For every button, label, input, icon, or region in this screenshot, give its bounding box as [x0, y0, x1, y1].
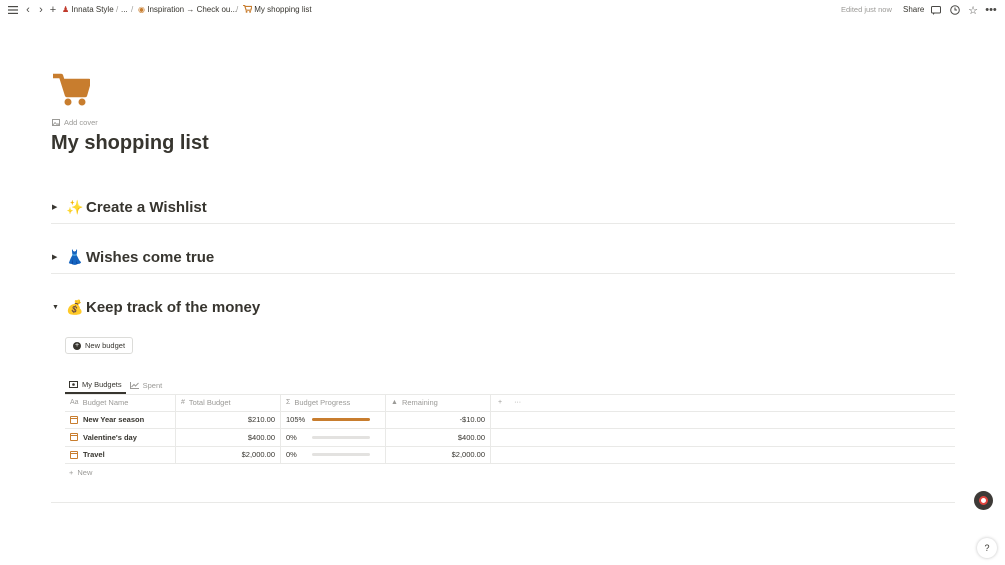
progress-percent: 0% [286, 450, 297, 460]
formula-property-icon: Σ [286, 398, 291, 406]
divider [51, 223, 955, 224]
number-property-icon: # [181, 398, 185, 406]
column-header-total-budget[interactable]: # Total Budget [176, 394, 281, 411]
toggle-keep-track[interactable]: ▼ 💰 Keep track of the money [52, 296, 260, 318]
share-button[interactable]: Share [903, 5, 924, 14]
menu-icon[interactable] [6, 3, 20, 17]
table-row[interactable]: New Year season $210.00 105% -$10.00 [65, 411, 955, 429]
toggle-expanded-icon[interactable]: ▼ [52, 304, 62, 311]
top-bar: ‹ › + ♟ Innata Style / ... / ◉ Inspirati… [0, 0, 1005, 20]
page-title[interactable]: My shopping list [51, 132, 209, 155]
back-icon[interactable]: ‹ [21, 3, 35, 17]
add-page-icon[interactable]: + [46, 3, 60, 17]
breadcrumb-workspace[interactable]: ♟ Innata Style [62, 5, 114, 14]
tab-spent[interactable]: Spent [126, 376, 167, 394]
toggle-heading: Wishes come true [86, 248, 215, 266]
toggle-collapsed-icon[interactable]: ▶ [52, 203, 62, 211]
chart-icon [129, 381, 139, 389]
progress-percent: 105% [286, 415, 306, 425]
column-header-remaining[interactable]: ▲ Remaining [386, 394, 491, 411]
progress-bar [312, 453, 370, 457]
dress-icon: 👗 [66, 248, 84, 265]
new-row-button[interactable]: + New [65, 464, 955, 481]
sparkles-icon: ✨ [66, 198, 84, 215]
progress-bar [312, 418, 370, 422]
total-budget-cell[interactable]: $210.00 [176, 411, 281, 428]
text-property-icon: Aa [70, 398, 79, 406]
breadcrumb-current-page[interactable]: My shopping list [243, 4, 312, 14]
breadcrumb-ellipsis[interactable]: ... [121, 5, 128, 14]
history-icon[interactable] [948, 3, 962, 17]
view-tabs: My Budgets Spent [65, 376, 166, 394]
budget-progress-cell[interactable]: 0% [281, 446, 386, 463]
breadcrumb-inspiration[interactable]: ◉ Inspiration → Check ou... [138, 5, 237, 14]
chat-icon [979, 496, 988, 505]
remaining-cell[interactable]: $400.00 [386, 429, 491, 446]
budget-table: Aa Budget Name # Total Budget Σ Budget P… [65, 394, 955, 481]
table-row[interactable]: Valentine's day $400.00 0% $400.00 [65, 429, 955, 447]
star-icon[interactable]: ☆ [966, 3, 980, 17]
edited-status: Edited just now [841, 5, 892, 14]
table-row[interactable]: Travel $2,000.00 0% $2,000.00 [65, 446, 955, 464]
total-budget-cell[interactable]: $2,000.00 [176, 446, 281, 463]
add-cover-button[interactable]: Add cover [52, 118, 98, 127]
column-header-budget-progress[interactable]: Σ Budget Progress [281, 394, 386, 411]
chat-widget-button[interactable] [974, 491, 993, 510]
budget-progress-cell[interactable]: 105% [281, 411, 386, 428]
progress-bar [312, 435, 370, 439]
column-header-actions: + ··· [491, 394, 955, 411]
page-icon [70, 433, 78, 442]
budget-name-cell[interactable]: Valentine's day [65, 429, 176, 446]
more-icon[interactable]: ··· [514, 399, 521, 406]
plus-circle-icon: + [73, 341, 81, 350]
column-header-budget-name[interactable]: Aa Budget Name [65, 394, 176, 411]
cart-icon [243, 4, 253, 13]
toggle-heading: Keep track of the money [86, 298, 261, 316]
total-budget-cell[interactable]: $400.00 [176, 429, 281, 446]
person-icon: ♟ [62, 5, 70, 14]
image-icon [52, 119, 60, 126]
formula-property-icon: ▲ [391, 398, 398, 406]
page-icon [70, 450, 78, 459]
remaining-cell[interactable]: -$10.00 [386, 411, 491, 428]
add-property-icon[interactable]: + [498, 399, 502, 406]
toggle-heading: Create a Wishlist [86, 198, 207, 216]
table-icon [69, 380, 78, 388]
help-button[interactable]: ? [977, 538, 997, 558]
new-budget-button[interactable]: + New budget [65, 337, 134, 354]
eye-icon: ◉ [138, 5, 145, 14]
toggle-collapsed-icon[interactable]: ▶ [52, 253, 62, 261]
comment-icon[interactable] [929, 3, 943, 17]
more-icon[interactable]: ••• [984, 3, 998, 17]
toggle-create-wishlist[interactable]: ▶ ✨ Create a Wishlist [52, 196, 207, 218]
table-header: Aa Budget Name # Total Budget Σ Budget P… [65, 394, 955, 412]
remaining-cell[interactable]: $2,000.00 [386, 446, 491, 463]
progress-percent: 0% [286, 432, 297, 442]
toggle-wishes-come-true[interactable]: ▶ 👗 Wishes come true [52, 246, 214, 268]
cart-icon[interactable] [52, 73, 90, 107]
divider [51, 502, 955, 503]
budget-progress-cell[interactable]: 0% [281, 429, 386, 446]
plus-icon: + [69, 468, 74, 477]
budget-name-cell[interactable]: New Year season [65, 411, 176, 428]
budget-name-cell[interactable]: Travel [65, 446, 176, 463]
tab-my-budgets[interactable]: My Budgets [65, 376, 126, 394]
divider [51, 273, 955, 274]
page-icon [70, 415, 78, 424]
money-bag-icon: 💰 [66, 298, 84, 315]
